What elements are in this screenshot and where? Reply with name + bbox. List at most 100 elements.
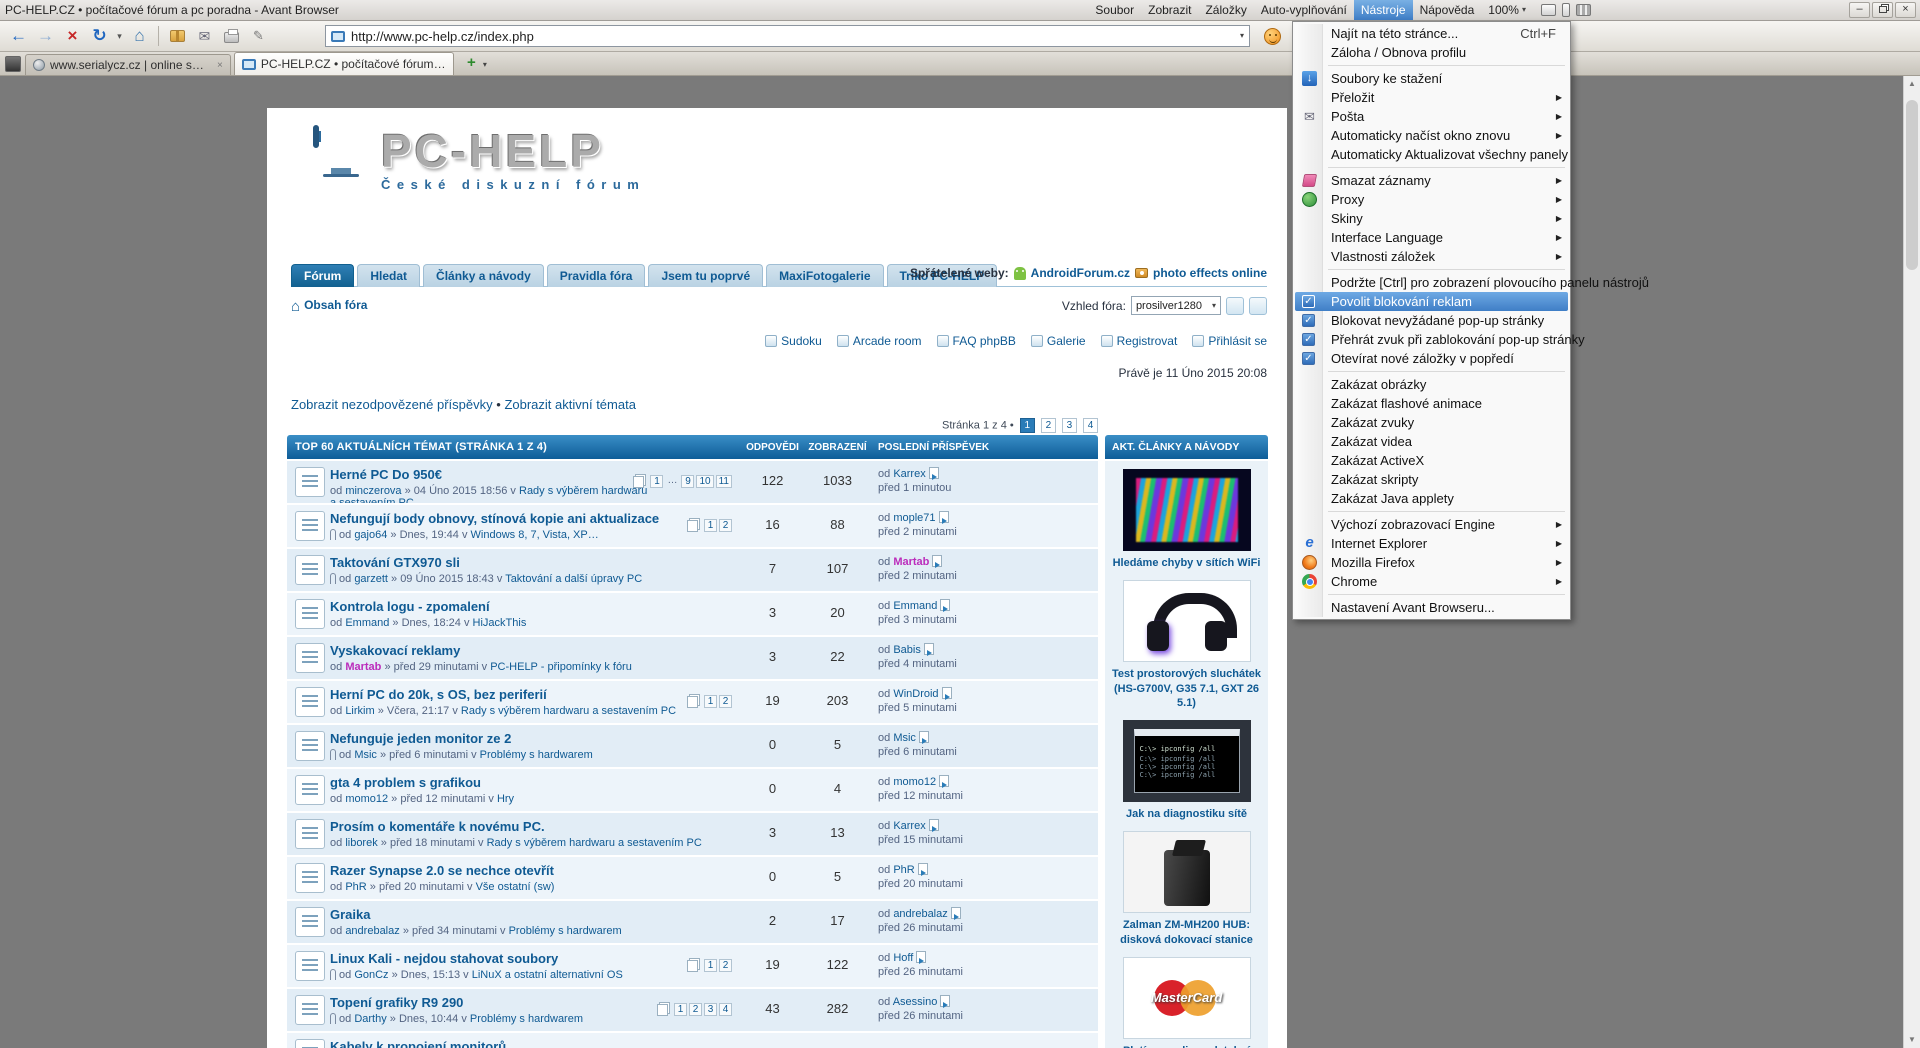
dock-station-thumbnail[interactable] [1123,831,1251,913]
tab-list-icon[interactable] [5,56,21,72]
menu-item-zaloha-obnova[interactable]: Záloha / Obnova profilu [1295,43,1568,62]
menu-item-zakazat-zvuky[interactable]: Zakázat zvuky [1295,413,1568,432]
lastpost-user-link[interactable]: Asessino [893,996,938,1008]
lastpost-user-link[interactable]: Emmand [893,600,937,612]
topic-author-link[interactable]: GonCz [354,969,388,981]
menu-item-blokovat-popup[interactable]: Blokovat nevyžádané pop-up stránky [1295,311,1568,330]
page-box[interactable]: 1 [704,959,717,972]
menu-item-povolit-blokovani-reklam[interactable]: Povolit blokování reklam [1295,292,1568,311]
topic-forum-link[interactable]: Windows 8, 7, Vista, XP… [471,529,599,541]
registrovat-link[interactable]: Registrovat [1117,334,1178,348]
mood-smiley-icon[interactable] [1264,28,1281,45]
page-box[interactable]: 1 [674,1003,687,1016]
topic-row[interactable]: Linux Kali - nejdou stahovat soubory od … [287,945,1098,987]
mobile-view-icon[interactable] [1562,3,1570,17]
browser-tab-serialycz[interactable]: www.serialycz.cz | online seriály [25,54,231,75]
topic-forum-link[interactable]: PC-HELP - připomínky k fóru [490,661,632,673]
lastpost-user-link[interactable]: Hoff [893,952,913,964]
lastpost-goto-icon[interactable] [932,555,942,567]
menu-item-interface-language[interactable]: Interface Language [1295,228,1568,247]
topic-forum-link[interactable]: LiNuX a ostatní alternativní OS [472,969,623,981]
topic-title-link[interactable]: Herní PC do 20k, s OS, bez periferií [330,687,547,702]
page-box[interactable]: 1 [650,475,663,488]
topic-author-link[interactable]: andrebalaz [345,925,399,937]
menu-item-zakazat-java[interactable]: Zakázat Java applety [1295,489,1568,508]
topic-author-link[interactable]: Lirkim [345,705,374,717]
topic-forum-link[interactable]: Problémy s hardwarem [509,925,622,937]
style-search-button[interactable] [1249,297,1267,315]
pagination-page-1[interactable]: 1 [1020,418,1035,433]
lastpost-goto-icon[interactable] [929,819,939,831]
lastpost-goto-icon[interactable] [919,731,929,743]
back-button[interactable] [6,24,31,49]
sudoku-link[interactable]: Sudoku [781,334,822,348]
menu-item-prelozit[interactable]: Přeložit [1295,88,1568,107]
lastpost-user-link[interactable]: andrebalaz [893,908,947,920]
page-box[interactable]: 10 [696,475,713,488]
vertical-scrollbar[interactable]: ▲ ▼ [1903,76,1920,1048]
browser-tab-pchelp[interactable]: PC-HELP.CZ • počítačové fórum a pc p... [234,52,454,75]
home-button[interactable] [127,24,152,49]
topic-title-link[interactable]: Vyskakovací reklamy [330,643,460,658]
topic-forum-link[interactable]: Rady s výběrem hardwaru a sestavením PC [461,705,676,717]
page-box[interactable]: 2 [719,695,732,708]
menubar-item-soubor[interactable]: Soubor [1088,0,1141,20]
pagination-page-3[interactable]: 3 [1062,418,1077,433]
topic-author-link[interactable]: momo12 [345,793,388,805]
article-item[interactable]: Jak na diagnostiku sítě [1105,720,1268,821]
address-bar[interactable]: http://www.pc-help.cz/index.php [325,25,1250,47]
breadcrumb-obsah-fora[interactable]: Obsah fóra [304,298,367,312]
menu-item-proxy[interactable]: Proxy [1295,190,1568,209]
menu-item-zakazat-obrazky[interactable]: Zakázat obrázky [1295,375,1568,394]
topic-row[interactable]: Nefunguje jeden monitor ze 2 od Msic » p… [287,725,1098,767]
arcade-room-link[interactable]: Arcade room [853,334,922,348]
menubar-item-zalozky[interactable]: Záložky [1198,0,1253,20]
prihlasit-link[interactable]: Přihlásit se [1208,334,1267,348]
topic-author-link[interactable]: Msic [354,749,377,761]
stop-button[interactable] [60,24,85,49]
menu-item-nastaveni-avant[interactable]: Nastavení Avant Browseru... [1295,598,1568,617]
topic-title-link[interactable]: Topení grafiky R9 290 [330,995,463,1010]
menubar-item-nastroje[interactable]: Nástroje [1354,0,1413,20]
menu-item-zakazat-flash[interactable]: Zakázat flashové animace [1295,394,1568,413]
topic-row[interactable]: Razer Synapse 2.0 se nechce otevřít od P… [287,857,1098,899]
minimize-button[interactable] [1849,2,1870,18]
lastpost-goto-icon[interactable] [942,687,952,699]
lastpost-goto-icon[interactable] [918,863,928,875]
menu-item-chrome[interactable]: Chrome [1295,572,1568,591]
article-item[interactable]: Hledáme chyby v sítích WiFi [1105,469,1268,570]
article-link[interactable]: Test prostorových sluchátek (HS-G700V, G… [1108,667,1265,710]
menubar-item-napoveda[interactable]: Nápověda [1413,0,1482,20]
page-box[interactable]: 2 [689,1003,702,1016]
address-dropdown-icon[interactable] [1240,32,1244,40]
menu-item-najit-na-strance[interactable]: Najít na této stránce...Ctrl+F [1295,24,1568,43]
topic-forum-link[interactable]: Problémy s hardwarem [470,1013,583,1025]
tab-fotogalerie[interactable]: MaxiFotogalerie [766,264,883,287]
menu-item-skiny[interactable]: Skiny [1295,209,1568,228]
lastpost-user-link[interactable]: momo12 [893,776,936,788]
topic-row[interactable]: Nefungují body obnovy, stínová kopie ani… [287,505,1098,547]
lastpost-user-link[interactable]: Babis [893,644,921,656]
topic-row[interactable]: Herné PC Do 950€ od minczerova » 04 Úno … [287,461,1098,503]
menu-item-zakazat-skripty[interactable]: Zakázat skripty [1295,470,1568,489]
menu-item-prehrat-zvuk-popup[interactable]: Přehrát zvuk při zablokování pop-up strá… [1295,330,1568,349]
tab-hledat[interactable]: Hledat [357,264,420,287]
lastpost-goto-icon[interactable] [951,907,961,919]
page-box[interactable]: 9 [681,475,694,488]
style-select[interactable]: prosilver1280 [1131,296,1221,315]
menu-item-vychozi-engine[interactable]: Výchozí zobrazovací Engine [1295,515,1568,534]
topic-author-link[interactable]: PhR [345,881,366,893]
new-tab-button[interactable] [463,55,480,72]
unanswered-posts-link[interactable]: Zobrazit nezodpovězené příspěvky [291,397,493,412]
lastpost-user-link[interactable]: Karrex [893,820,925,832]
article-link[interactable]: Jak na diagnostiku sítě [1108,807,1265,821]
compose-button[interactable] [246,24,271,49]
topic-title-link[interactable]: gta 4 problem s grafikou [330,775,481,790]
page-box[interactable]: 11 [716,475,732,488]
menu-item-posta[interactable]: Pošta [1295,107,1568,126]
topic-author-link[interactable]: liborek [345,837,377,849]
topic-row[interactable]: Prosím o komentáře k novému PC. od libor… [287,813,1098,855]
topic-title-link[interactable]: Kontrola logu - zpomalení [330,599,490,614]
tab-pravidla[interactable]: Pravidla fóra [547,264,646,287]
mail-button[interactable] [192,24,217,49]
